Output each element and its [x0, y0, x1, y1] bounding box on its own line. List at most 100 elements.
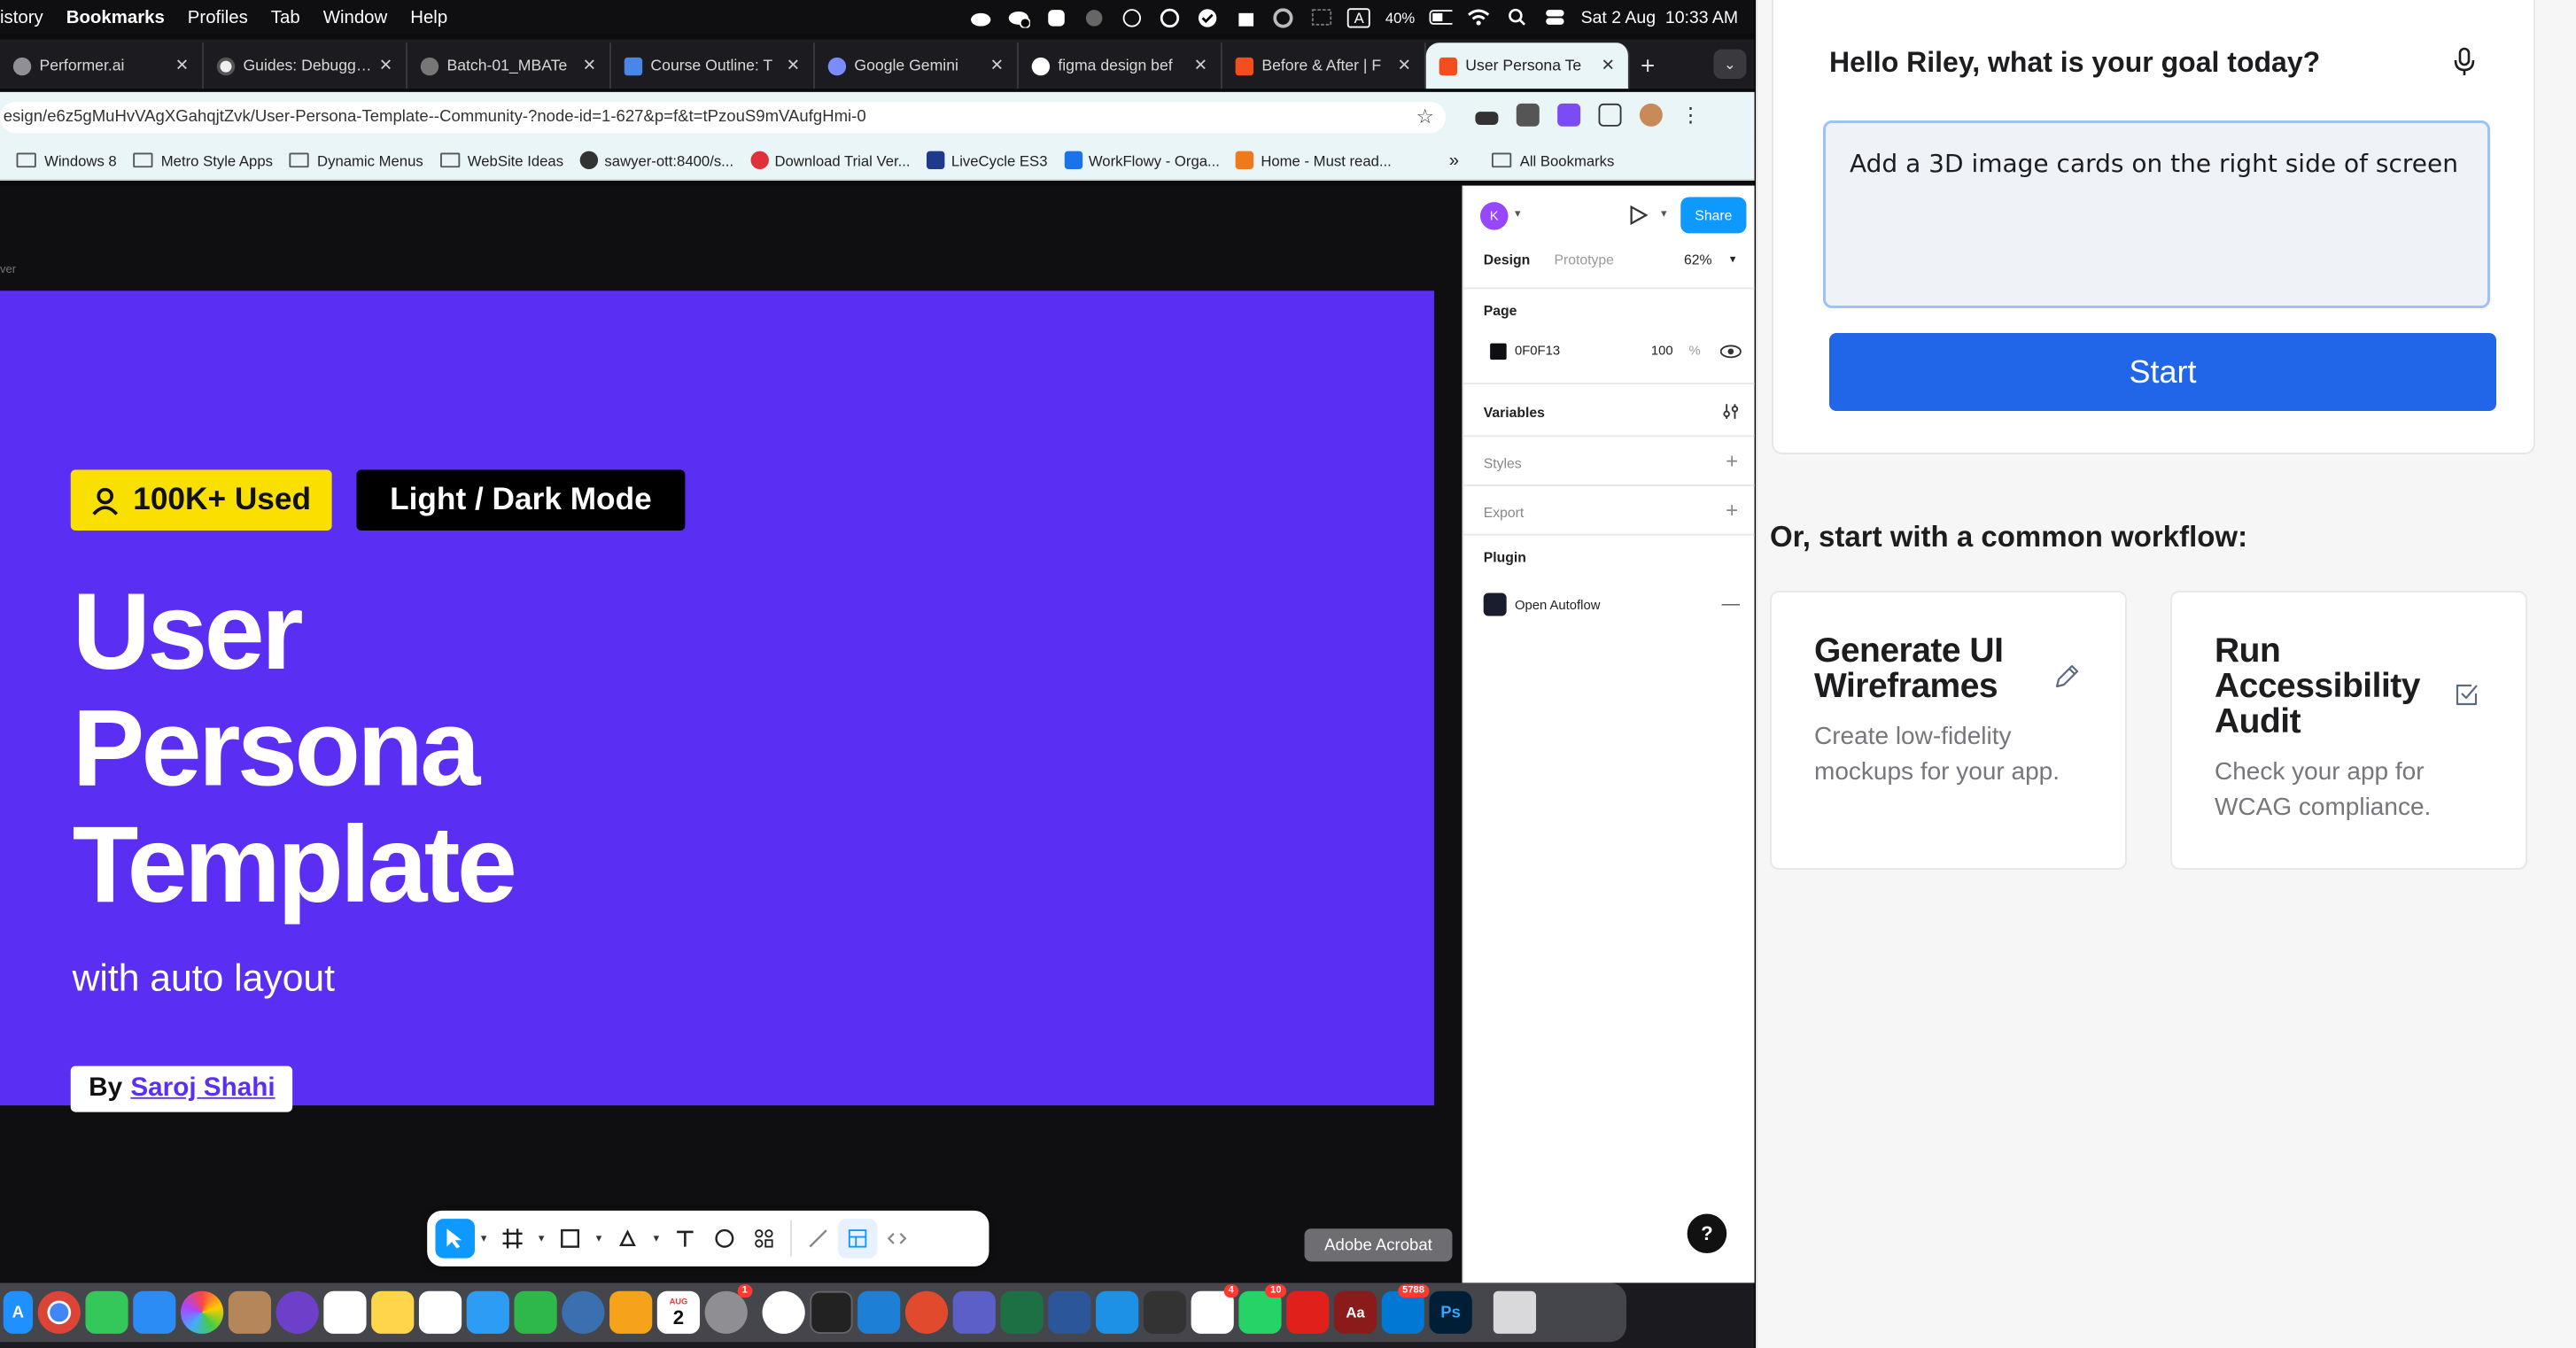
page-opacity[interactable]: 100 [1651, 344, 1673, 359]
menu-profiles[interactable]: Profiles [188, 7, 248, 27]
comment-tool-button[interactable] [705, 1219, 745, 1259]
outlook-icon[interactable]: 5788 [1381, 1284, 1430, 1334]
bookmark-item[interactable]: WorkFlowy - Orga... [1064, 151, 1220, 170]
speed-icon[interactable] [1159, 5, 1182, 28]
freeform-icon[interactable] [418, 1290, 462, 1334]
remove-plugin-icon[interactable]: — [1722, 594, 1740, 614]
new-tab-button[interactable]: + [1630, 43, 1666, 89]
chevron-down-icon[interactable]: ▾ [1515, 207, 1521, 221]
tab-close-icon[interactable]: ✕ [379, 57, 393, 74]
move-tool-button[interactable] [435, 1219, 475, 1259]
chevron-down-icon[interactable]: ▾ [1661, 207, 1667, 221]
address-bar[interactable]: esign/e6z5gMuHvVAgXGahqjtZvk/User-Person… [0, 101, 1447, 134]
screen-icon[interactable] [1310, 5, 1333, 28]
variables-heading[interactable]: Variables [1484, 404, 1545, 421]
calendar-icon[interactable]: AUG 2 [656, 1290, 701, 1334]
extension-glasses-icon[interactable] [1475, 111, 1499, 125]
tab-close-icon[interactable]: ✕ [1602, 57, 1616, 74]
browser-tab-active[interactable]: User Persona Te ✕ [1425, 43, 1630, 89]
slack-icon[interactable]: 4 [1191, 1284, 1239, 1334]
tab-close-icon[interactable]: ✕ [787, 57, 801, 74]
browser-tab[interactable]: figma design bef ✕ [1019, 43, 1222, 89]
word-icon[interactable] [1048, 1290, 1091, 1334]
dictionary-icon[interactable]: Aa [1333, 1290, 1377, 1334]
chevron-down-icon[interactable]: ▾ [475, 1232, 493, 1245]
design-mode-button[interactable] [837, 1219, 878, 1259]
styles-heading[interactable]: Styles [1484, 455, 1522, 472]
add-style-icon[interactable]: + [1726, 448, 1738, 473]
bookmark-item[interactable]: LiveCycle ES3 [927, 151, 1047, 170]
photos-icon[interactable] [181, 1290, 224, 1334]
browser-tab[interactable]: Batch-01_MBATe ✕ [407, 43, 611, 89]
chevron-down-icon[interactable]: ▾ [532, 1232, 550, 1245]
globe-icon[interactable] [1083, 5, 1106, 28]
page-color-swatch[interactable] [1490, 343, 1507, 360]
menu-bookmarks[interactable]: Bookmarks [66, 7, 165, 27]
extensions-puzzle-icon[interactable] [1598, 103, 1622, 127]
photoshop-icon[interactable]: Ps [1429, 1290, 1472, 1334]
chevron-down-icon[interactable]: ▾ [1730, 253, 1736, 266]
browser-menu-icon[interactable]: ⋮ [1680, 104, 1700, 127]
browser-tab[interactable]: Before & After | F ✕ [1222, 43, 1426, 89]
chevron-down-icon[interactable]: ▾ [590, 1232, 608, 1245]
contacts-icon[interactable] [228, 1290, 272, 1334]
user-avatar[interactable]: K [1479, 202, 1509, 230]
check-circle-icon[interactable] [1197, 5, 1220, 28]
dev-mode-button[interactable] [877, 1219, 917, 1259]
puzzle-icon[interactable] [1234, 5, 1257, 28]
teams-icon[interactable] [952, 1290, 996, 1334]
bookmark-item[interactable]: Dynamic Menus [289, 152, 423, 168]
github-desktop-icon[interactable] [275, 1290, 319, 1334]
pen-tool-button[interactable] [608, 1219, 648, 1259]
excel-icon[interactable] [1000, 1290, 1044, 1334]
tab-design[interactable]: Design [1484, 252, 1531, 268]
page-color-hex[interactable]: 0F0F13 [1515, 344, 1560, 359]
variables-settings-icon[interactable] [1722, 402, 1740, 420]
workflow-card-wireframes[interactable]: Generate UI Wireframes Create low-fideli… [1770, 591, 2127, 870]
notes-icon[interactable] [371, 1290, 415, 1334]
bookmark-item[interactable]: sawyer-ott:8400/s... [579, 151, 733, 170]
browser-tab[interactable]: Google Gemini ✕ [815, 43, 1019, 89]
browser-tab[interactable]: Guides: Debugging ✕ [204, 43, 407, 89]
terminal-icon[interactable] [810, 1290, 853, 1334]
vscode-icon[interactable] [857, 1290, 901, 1334]
tab-close-icon[interactable]: ✕ [1398, 57, 1412, 74]
settings-icon[interactable] [1272, 5, 1295, 28]
chevron-down-icon[interactable]: ▾ [648, 1232, 665, 1245]
profile-avatar[interactable] [1639, 103, 1663, 127]
menu-tab[interactable]: Tab [271, 7, 300, 27]
bookmark-item[interactable]: Windows 8 [16, 152, 117, 168]
workflow-card-accessibility[interactable]: Run Accessibility Audit Check your app f… [2170, 591, 2527, 870]
quicktime-icon[interactable] [562, 1290, 605, 1334]
tab-prototype[interactable]: Prototype [1554, 252, 1613, 268]
eye-icon[interactable] [1719, 344, 1742, 360]
input-source[interactable]: A [1347, 7, 1371, 27]
help-button[interactable]: ? [1687, 1213, 1727, 1254]
pages-icon[interactable] [609, 1290, 653, 1334]
tab-close-icon[interactable]: ✕ [583, 57, 597, 74]
chatgpt-icon[interactable] [762, 1290, 805, 1334]
menu-window[interactable]: Window [323, 7, 388, 27]
text-tool-button[interactable] [665, 1219, 705, 1259]
mail-icon[interactable] [133, 1290, 176, 1334]
trash-icon[interactable] [1493, 1290, 1537, 1334]
docker-icon[interactable] [1096, 1290, 1139, 1334]
plugin-name[interactable]: Open Autoflow [1515, 598, 1601, 613]
tab-close-icon[interactable]: ✕ [1194, 57, 1208, 74]
cloud-sync-icon[interactable] [1007, 5, 1031, 28]
chrome-icon[interactable] [37, 1290, 81, 1334]
menu-help[interactable]: Help [410, 7, 447, 27]
control-center-icon[interactable] [1543, 5, 1566, 28]
bookmarks-overflow-icon[interactable]: » [1449, 151, 1459, 170]
bookmark-item[interactable]: WebSite Ideas [439, 152, 563, 168]
record-icon[interactable] [1121, 5, 1144, 28]
tab-close-icon[interactable]: ✕ [175, 57, 190, 74]
acrobat-icon[interactable] [1286, 1290, 1330, 1334]
figma-canvas[interactable]: ver 100K+ Used Light / Dark Mode User Pe… [0, 185, 1463, 1283]
git-icon[interactable] [904, 1290, 949, 1334]
bookmark-star-icon[interactable]: ☆ [1416, 105, 1434, 128]
share-button[interactable]: Share [1680, 197, 1747, 234]
draw-tool-button[interactable] [798, 1219, 838, 1259]
whatsapp-icon[interactable]: 10 [1238, 1284, 1287, 1334]
reminders-icon[interactable] [323, 1290, 367, 1334]
